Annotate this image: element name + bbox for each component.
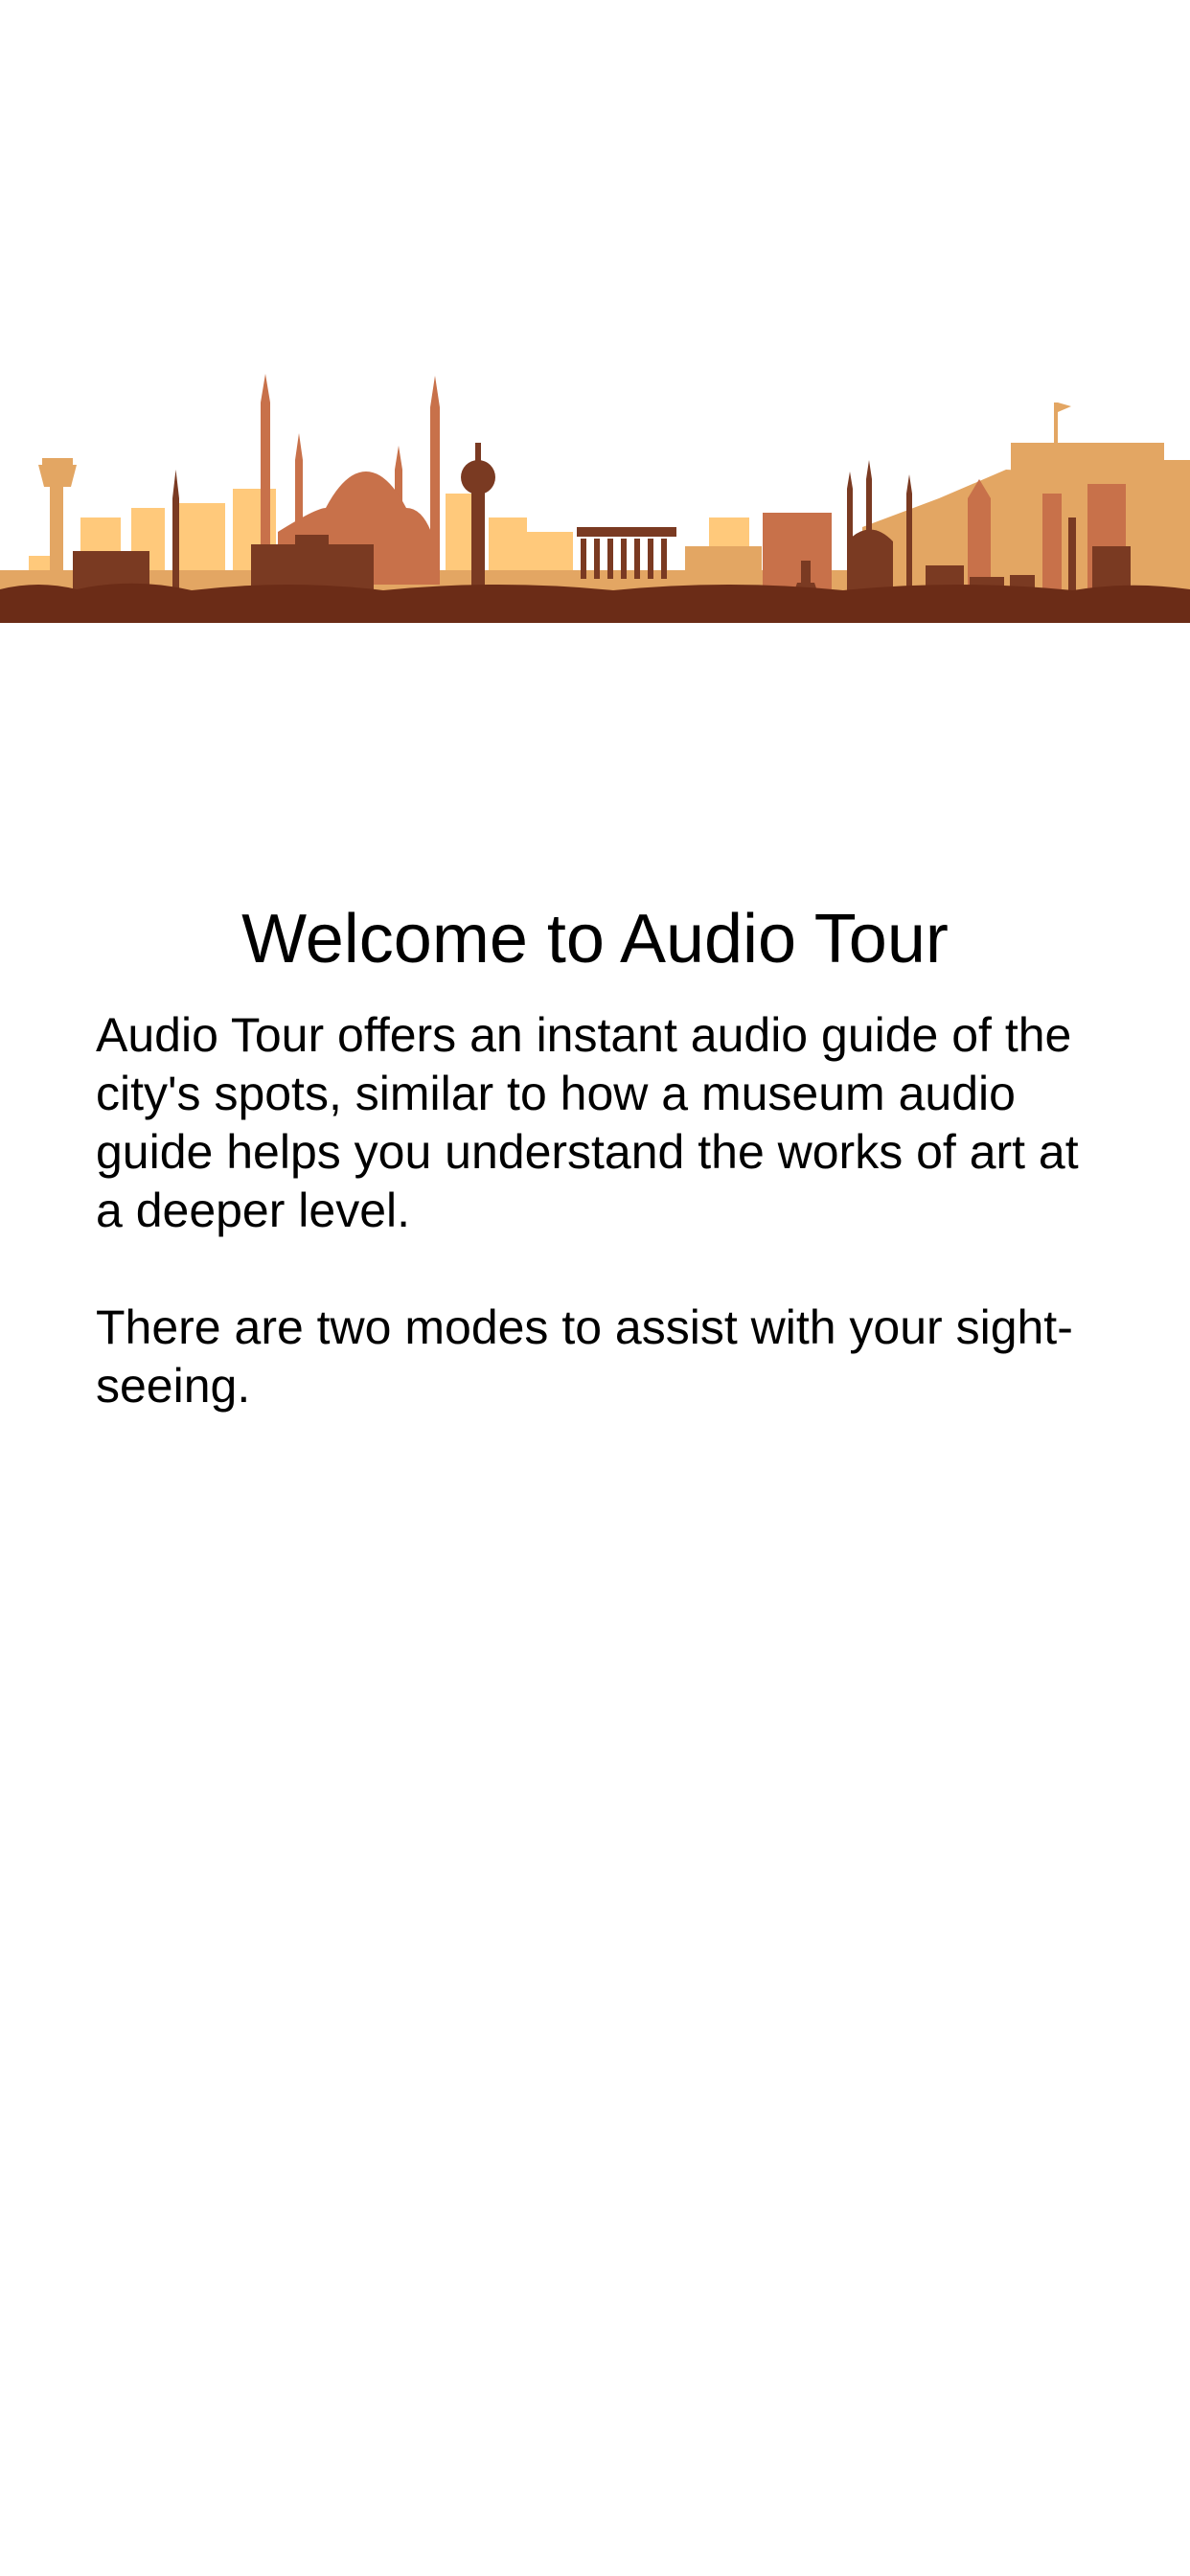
city-skyline-illustration xyxy=(0,364,1190,623)
welcome-section: Welcome to Audio Tour Audio Tour offers … xyxy=(96,891,1094,1415)
welcome-title: Welcome to Audio Tour xyxy=(241,901,949,978)
modes-paragraph: There are two modes to assist with your … xyxy=(96,1300,1073,1413)
intro-paragraph: Audio Tour offers an instant audio guide… xyxy=(96,1008,1079,1237)
